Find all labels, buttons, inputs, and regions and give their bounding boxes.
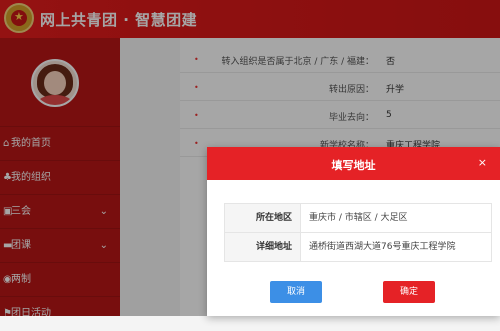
close-icon[interactable]: × [478,156,487,169]
dialog-header: 填写地址 × [207,147,500,180]
address-row-detail: 详细地址 通桥街道西湖大道76号重庆工程学院 [225,233,491,261]
confirm-button[interactable]: 确定 [383,281,435,303]
address-dialog: 填写地址 × 所在地区 重庆市 / 市辖区 / 大足区 详细地址 通桥街道西湖大… [207,147,500,316]
detail-address-value: 通桥街道西湖大道76号重庆工程学院 [309,242,456,252]
dialog-title: 填写地址 [331,159,376,172]
address-table: 所在地区 重庆市 / 市辖区 / 大足区 详细地址 通桥街道西湖大道76号重庆工… [224,203,492,262]
region-label: 所在地区 [225,204,301,232]
address-row-region: 所在地区 重庆市 / 市辖区 / 大足区 [225,204,491,233]
detail-address-label: 详细地址 [225,233,301,261]
region-value: 重庆市 / 市辖区 / 大足区 [309,213,408,223]
cancel-button[interactable]: 取消 [270,281,322,303]
